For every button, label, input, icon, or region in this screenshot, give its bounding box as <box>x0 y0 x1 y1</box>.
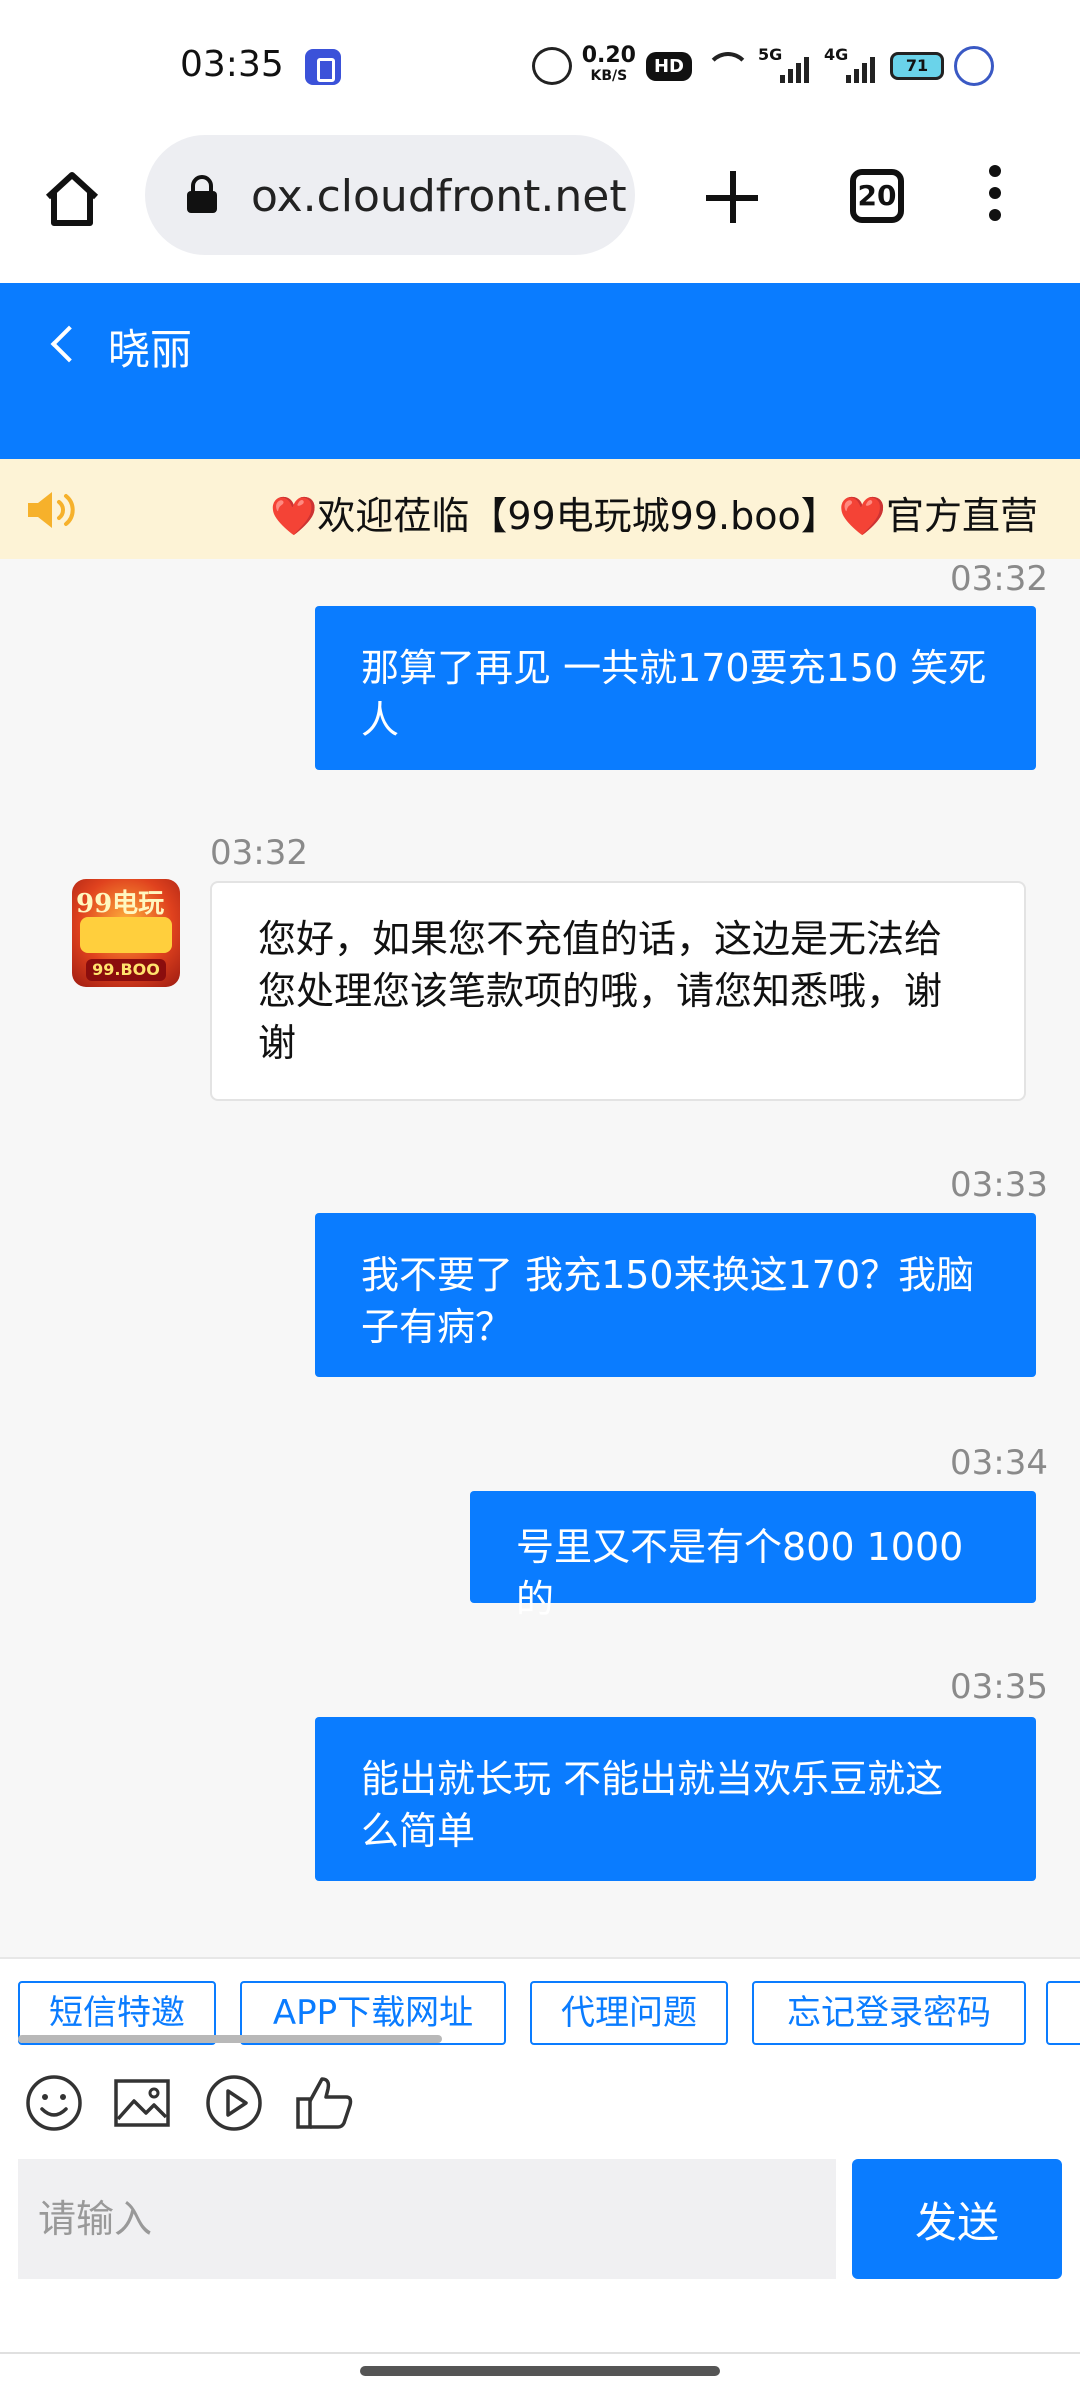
status-icons: 0.20 KB/S HD 5G 4G 71 <box>531 43 994 86</box>
gesture-home-indicator[interactable] <box>360 2366 720 2376</box>
chat-header: 晓丽 <box>0 283 1080 459</box>
emoji-icon <box>26 2075 82 2131</box>
status-time: 03:35 <box>180 44 284 85</box>
video-icon <box>206 2075 262 2131</box>
quick-reply-more[interactable] <box>1046 1981 1080 2045</box>
network-speed: 0.20 KB/S <box>581 43 636 86</box>
message-line: 子有病？ <box>361 1305 514 1349</box>
signal-4g-label: 4G <box>824 45 849 64</box>
new-tab-button[interactable] <box>700 165 764 229</box>
back-button[interactable] <box>44 317 84 373</box>
bottom-area <box>0 2279 1080 2400</box>
wifi-icon <box>702 48 751 84</box>
divider <box>0 2352 1080 2354</box>
lock-icon <box>187 175 217 213</box>
announcement-text: ❤️欢迎莅临【99电玩城99.boo】❤️官方直营 <box>270 494 1039 538</box>
message-line: 谢 <box>258 1021 297 1065</box>
video-button[interactable] <box>204 2073 264 2133</box>
message-line: 号里又不是有个800 1000的 <box>516 1525 964 1621</box>
composer: 发送 <box>0 2159 1080 2279</box>
hd-icon: HD <box>645 51 692 81</box>
battery-icon: 71 <box>890 52 944 80</box>
message-list: 03:32 那算了再见 一共就170要充150 笑死 人 03:32 99电玩 … <box>0 559 1080 1957</box>
bunny-icon <box>954 46 994 86</box>
avatar-logo-subtext: 99.BOO <box>86 959 166 981</box>
chat-title: 晓丽 <box>108 325 193 374</box>
network-speed-unit: KB/S <box>590 68 628 84</box>
signal-5g-icon: 5G <box>758 45 814 85</box>
message-time: 03:32 <box>210 833 308 873</box>
image-icon <box>114 2079 170 2127</box>
more-menu-button[interactable] <box>985 165 1005 229</box>
message-line: 么简单 <box>361 1809 476 1853</box>
message-line: 人 <box>361 698 400 742</box>
announcement-bar: ❤️欢迎莅临【99电玩城99.boo】❤️官方直营 <box>0 459 1080 559</box>
tab-switcher-button[interactable]: 20 <box>850 169 904 223</box>
message-bubble-outgoing: 那算了再见 一共就170要充150 笑死 人 <box>315 606 1036 770</box>
status-bar: 03:35 0.20 KB/S HD 5G 4G 71 <box>0 0 1080 135</box>
message-time: 03:32 <box>950 559 1048 599</box>
agent-avatar: 99电玩 99.BOO <box>72 879 180 987</box>
signal-4g-icon: 4G <box>824 45 880 85</box>
url-text: ox.cloudfront.net <box>251 171 627 222</box>
message-time: 03:35 <box>950 1667 1048 1707</box>
message-bubble-outgoing: 号里又不是有个800 1000的 <box>470 1491 1036 1621</box>
image-button[interactable] <box>112 2073 172 2133</box>
message-input[interactable] <box>18 2159 836 2279</box>
message-line: 您好，如果您不充值的话，这边是无法给 <box>258 917 943 961</box>
flashlight-app-icon <box>305 49 341 85</box>
address-bar[interactable]: ox.cloudfront.net <box>145 135 635 255</box>
signal-5g-label: 5G <box>758 45 783 64</box>
message-line: 您处理您该笔款项的哦，请您知悉哦，谢 <box>258 969 943 1013</box>
message-bubble-outgoing: 我不要了 我充150来换这170？我脑 子有病？ <box>315 1213 1036 1377</box>
chat-toolbar <box>0 2049 1080 2159</box>
home-icon <box>45 172 99 226</box>
network-speed-value: 0.20 <box>581 43 636 68</box>
home-button[interactable] <box>40 167 104 231</box>
send-button[interactable]: 发送 <box>852 2159 1062 2279</box>
emoji-button[interactable] <box>24 2073 84 2133</box>
message-bubble-incoming: 您好，如果您不充值的话，这边是无法给 您处理您该笔款项的哦，请您知悉哦，谢 谢 <box>210 881 1026 1101</box>
message-line: 我不要了 我充150来换这170？我脑 <box>361 1253 975 1297</box>
message-line: 那算了再见 一共就170要充150 笑死 <box>361 646 987 690</box>
quick-reply-scrollbar[interactable] <box>18 2035 442 2043</box>
like-button[interactable] <box>294 2073 354 2133</box>
quick-reply-forgot-password[interactable]: 忘记登录密码 <box>752 1981 1026 2045</box>
avatar-logo-text: 99电玩 <box>76 889 165 919</box>
alarm-face-icon <box>531 47 572 85</box>
message-time: 03:33 <box>950 1165 1048 1205</box>
thumbs-up-icon <box>296 2077 353 2129</box>
browser-toolbar: ox.cloudfront.net 20 <box>0 135 1080 281</box>
message-line: 能出就长玩 不能出就当欢乐豆就这 <box>361 1757 944 1801</box>
quick-reply-agent-question[interactable]: 代理问题 <box>530 1981 728 2045</box>
speaker-icon <box>28 492 75 528</box>
message-bubble-outgoing: 能出就长玩 不能出就当欢乐豆就这 么简单 <box>315 1717 1036 1881</box>
message-time: 03:34 <box>950 1443 1048 1483</box>
